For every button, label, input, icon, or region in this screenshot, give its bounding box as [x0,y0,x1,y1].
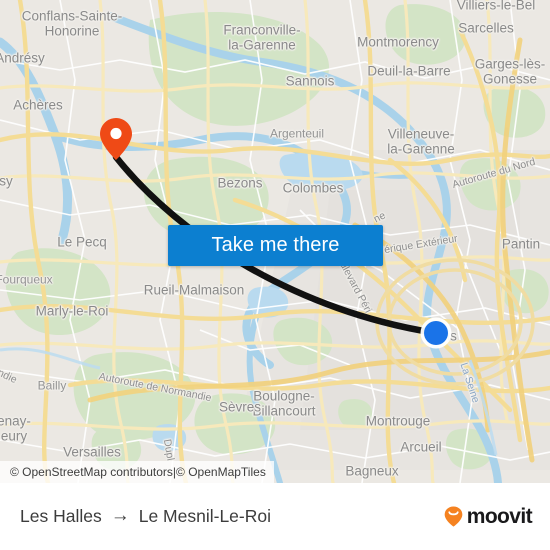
moovit-wordmark: moovit [466,504,533,528]
footer-bar: Les Halles → Le Mesnil-Le-Roi moovit [0,483,550,550]
map-container[interactable]: Conflans-Sainte- Honorine Andrésy Achères F… [0,0,550,483]
route-origin: Les Halles [20,506,102,526]
attribution-osm[interactable]: © OpenStreetMap contributors [10,465,173,479]
take-me-there-button[interactable]: Take me there [168,225,383,266]
moovit-route-card: Conflans-Sainte- Honorine Andrésy Achères F… [0,0,550,550]
map-attribution[interactable]: © OpenStreetMap contributors | © OpenMap… [0,461,274,483]
moovit-pin-icon [444,506,463,527]
origin-dot-icon[interactable] [419,316,453,350]
destination-pin-icon[interactable] [99,117,133,161]
route-summary: Les Halles → Le Mesnil-Le-Roi [20,506,271,527]
take-me-there-label: Take me there [211,234,340,256]
route-destination: Le Mesnil-Le-Roi [138,506,271,526]
arrow-right-icon: → [110,505,130,526]
moovit-logo[interactable]: moovit [442,504,533,529]
attribution-maptiles[interactable]: © OpenMapTiles [176,465,266,479]
